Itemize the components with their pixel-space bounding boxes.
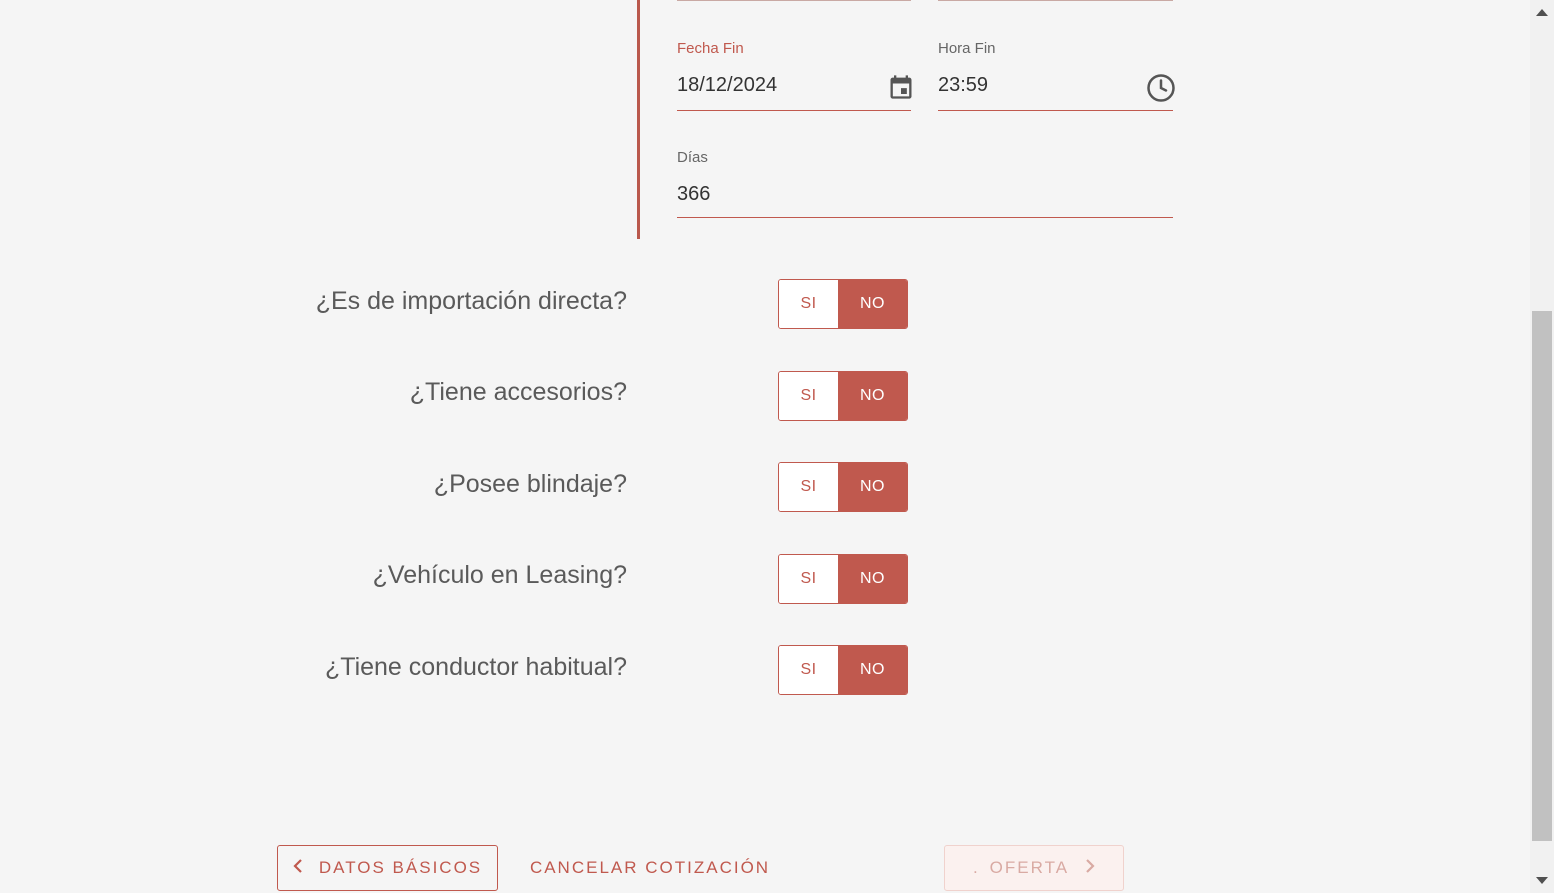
toggle-no-button[interactable]: NO	[838, 280, 907, 328]
previous-field-underline	[938, 0, 1173, 1]
back-button[interactable]: DATOS BÁSICOS	[277, 845, 498, 891]
chevron-right-icon	[1085, 858, 1095, 878]
scrollbar[interactable]	[1530, 0, 1554, 893]
clock-icon[interactable]	[1146, 73, 1176, 108]
scroll-up-arrow-icon[interactable]	[1536, 9, 1548, 16]
next-button-label: OFERTA	[989, 858, 1070, 877]
cancel-quote-button[interactable]: CANCELAR COTIZACIÓN	[530, 845, 770, 891]
dias-field[interactable]: Días 366	[677, 149, 1173, 219]
hora-fin-label: Hora Fin	[938, 40, 996, 57]
toggle-si-button[interactable]: SI	[779, 646, 838, 694]
calendar-icon[interactable]	[887, 72, 915, 107]
dias-underline	[677, 217, 1173, 218]
toggle-no-button[interactable]: NO	[838, 463, 907, 511]
previous-field-underline	[677, 0, 911, 1]
question-blindaje: ¿Posee blindaje?	[433, 470, 627, 498]
scroll-down-arrow-icon[interactable]	[1536, 877, 1548, 884]
back-button-label: DATOS BÁSICOS	[318, 858, 483, 877]
toggle-importacion-directa: SI NO	[778, 279, 908, 329]
toggle-no-button[interactable]: NO	[838, 646, 907, 694]
hora-fin-underline	[938, 110, 1173, 111]
scroll-thumb[interactable]	[1532, 311, 1552, 841]
chevron-left-icon	[293, 858, 303, 878]
loading-dot: .	[972, 858, 980, 877]
fecha-fin-value[interactable]: 18/12/2024	[677, 74, 777, 97]
toggle-accesorios: SI NO	[778, 371, 908, 421]
toggle-si-button[interactable]: SI	[779, 463, 838, 511]
section-accent-bar	[637, 0, 640, 239]
fecha-fin-underline	[677, 110, 911, 111]
hora-fin-field[interactable]: Hora Fin 23:59	[938, 40, 1176, 111]
question-accesorios: ¿Tiene accesorios?	[409, 378, 627, 406]
next-button[interactable]: . OFERTA	[944, 845, 1124, 891]
toggle-leasing: SI NO	[778, 554, 908, 604]
question-leasing: ¿Vehículo en Leasing?	[372, 561, 627, 589]
dias-label: Días	[677, 149, 708, 166]
fecha-fin-field[interactable]: Fecha Fin 18/12/2024	[677, 40, 912, 111]
dias-value[interactable]: 366	[677, 183, 710, 206]
toggle-si-button[interactable]: SI	[779, 372, 838, 420]
fecha-fin-label: Fecha Fin	[677, 40, 744, 57]
cancel-quote-label: CANCELAR COTIZACIÓN	[529, 858, 771, 877]
question-importacion-directa: ¿Es de importación directa?	[315, 287, 627, 315]
toggle-blindaje: SI NO	[778, 462, 908, 512]
toggle-no-button[interactable]: NO	[838, 555, 907, 603]
toggle-no-button[interactable]: NO	[838, 372, 907, 420]
hora-fin-value[interactable]: 23:59	[938, 74, 988, 97]
toggle-si-button[interactable]: SI	[779, 555, 838, 603]
toggle-conductor-habitual: SI NO	[778, 645, 908, 695]
toggle-si-button[interactable]: SI	[779, 280, 838, 328]
question-conductor-habitual: ¿Tiene conductor habitual?	[324, 653, 627, 681]
